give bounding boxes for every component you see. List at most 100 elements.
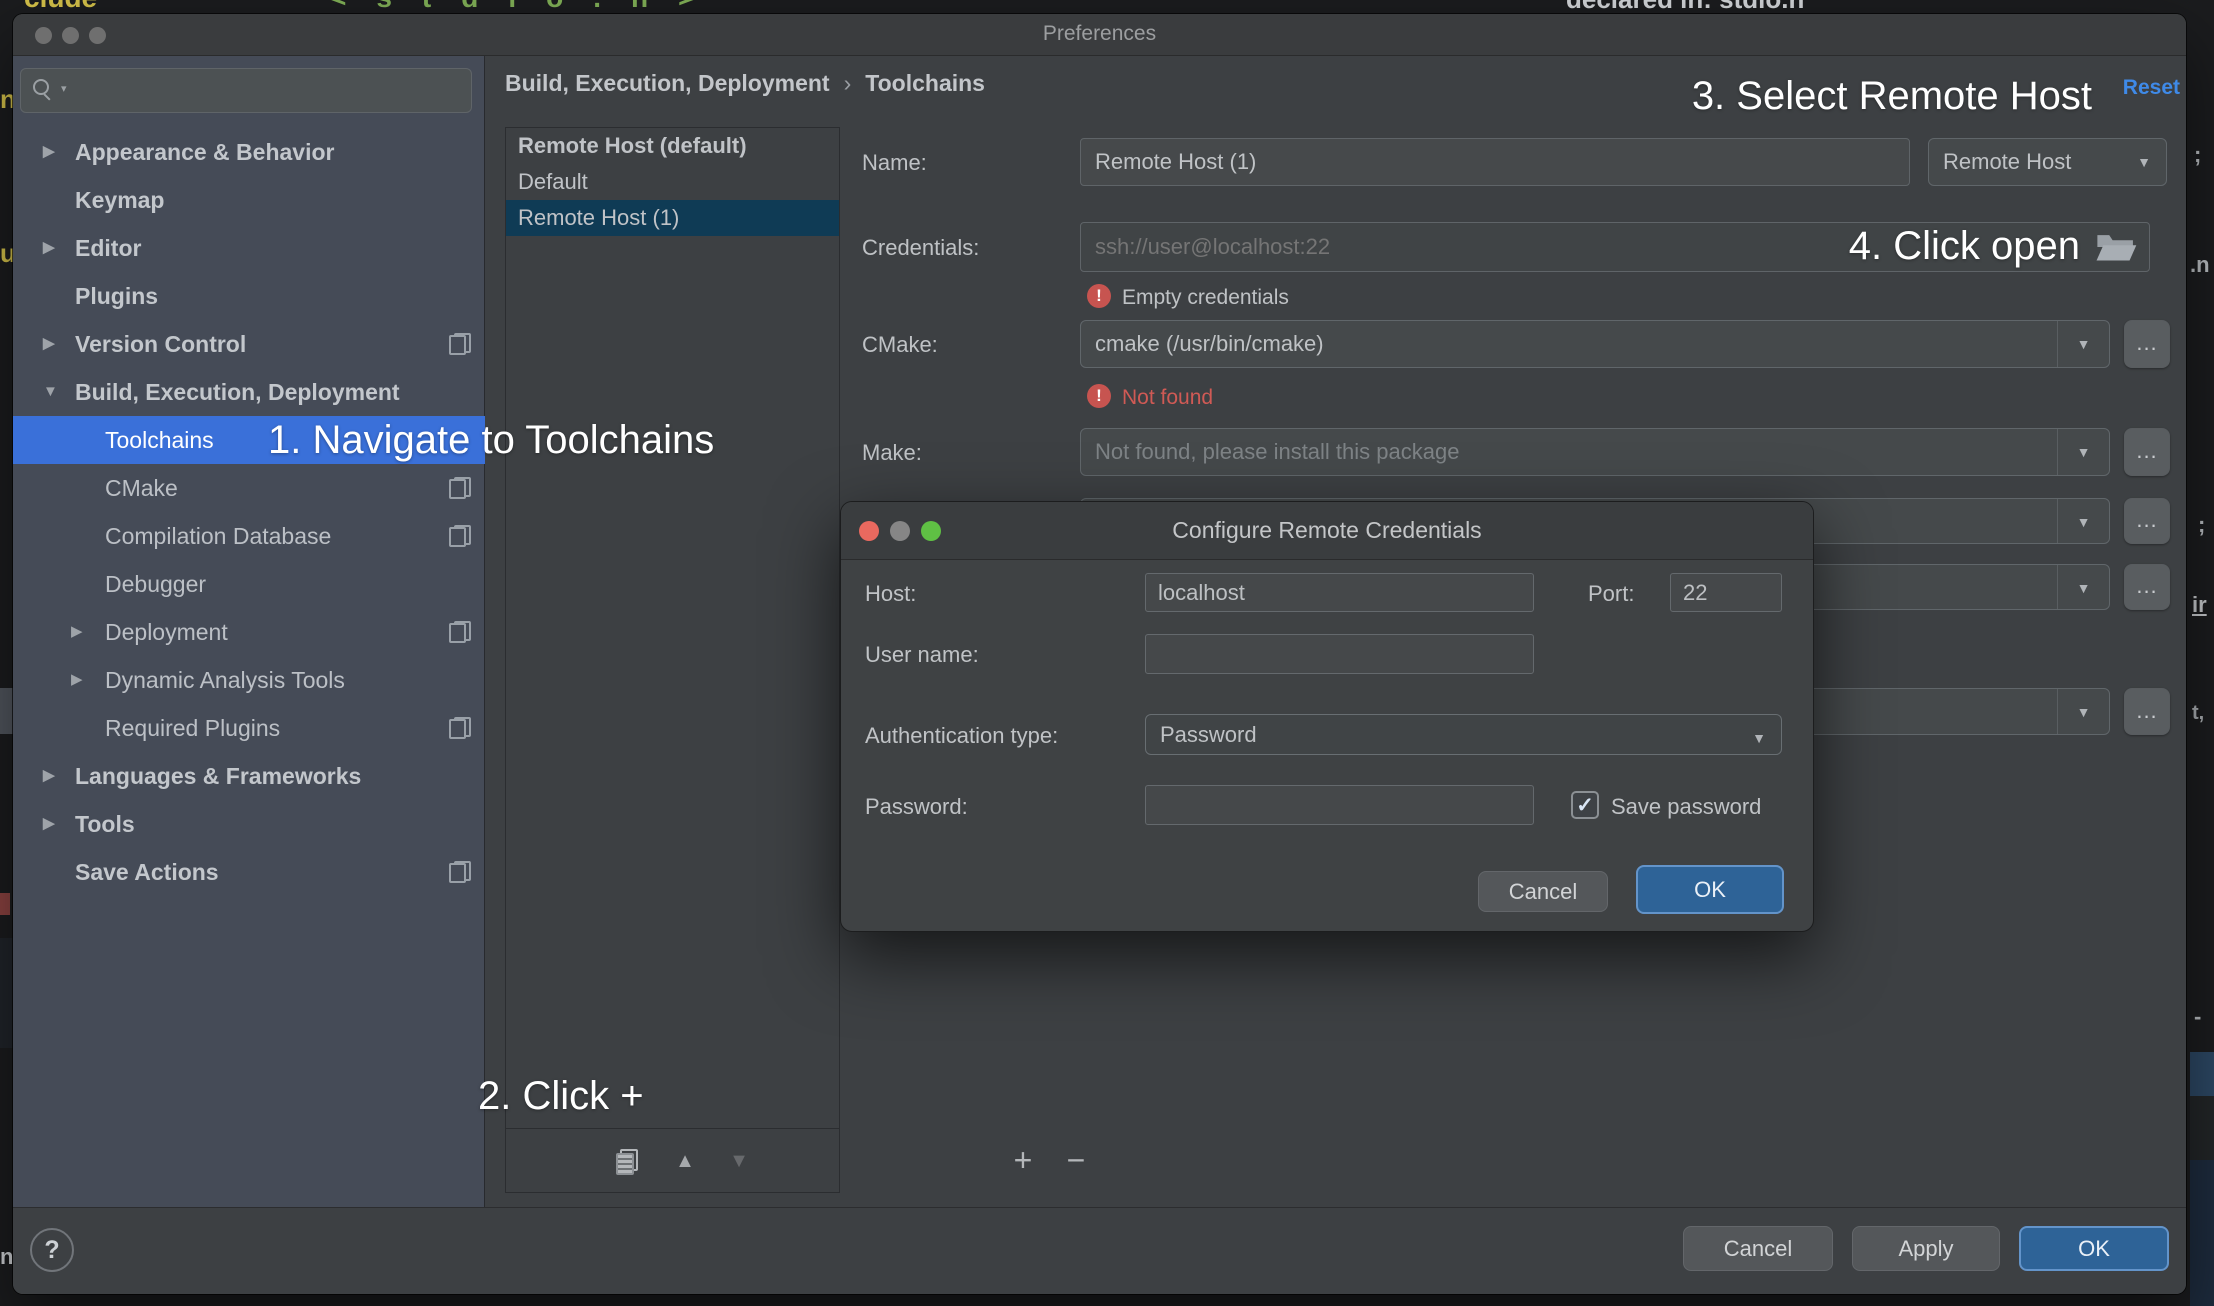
apply-button[interactable]: Apply [1852, 1226, 2000, 1271]
shared-settings-icon [449, 861, 471, 883]
expand-right-icon[interactable]: ▶ [71, 656, 83, 704]
breadcrumb-toolchains: Toolchains [865, 70, 985, 96]
list-item-default[interactable]: Default [506, 164, 839, 200]
breadcrumb: Build, Execution, Deployment › Toolchains [505, 70, 985, 100]
annotation-step3: 3. Select Remote Host [1692, 74, 2092, 119]
credentials-error-text: Empty credentials [1122, 286, 1289, 310]
annotation-step4: 4. Click open [1849, 224, 2080, 269]
debugger-browse-button[interactable]: ... [2124, 688, 2170, 735]
dropdown-arrow-icon [2122, 139, 2166, 185]
background-code-fragment: clude [24, 0, 314, 14]
help-icon[interactable]: ? [30, 1228, 74, 1272]
background-left-block [0, 938, 13, 1048]
expand-right-icon[interactable]: ▶ [43, 800, 55, 848]
close-icon[interactable] [859, 521, 879, 541]
expand-right-icon[interactable]: ▶ [43, 224, 55, 272]
sidebar-item-plugins[interactable]: Plugins [13, 272, 485, 320]
port-field[interactable] [1670, 573, 1782, 612]
minus-icon[interactable]: − [1059, 1129, 1093, 1193]
list-item-remote-host-1[interactable]: Remote Host (1) [506, 200, 839, 236]
cpp-compiler-browse-button[interactable]: ... [2124, 564, 2170, 610]
duplicate-icon[interactable] [614, 1149, 640, 1175]
username-label: User name: [865, 642, 979, 668]
breadcrumb-separator: › [844, 70, 852, 96]
c-compiler-browse-button[interactable]: ... [2124, 498, 2170, 544]
sidebar-item-deployment[interactable]: ▶Deployment [13, 608, 485, 656]
reset-link[interactable]: Reset [2123, 76, 2180, 100]
name-field[interactable] [1080, 138, 1910, 186]
credentials-label: Credentials: [862, 235, 979, 261]
search-icon [33, 79, 57, 103]
close-icon[interactable] [35, 27, 52, 44]
make-browse-button[interactable]: ... [2124, 428, 2170, 476]
expand-right-icon[interactable]: ▶ [43, 320, 55, 368]
background-tooltip-fragment: declared in: stdio.h [1566, 0, 2126, 13]
move-down-icon[interactable]: ▼ [722, 1129, 756, 1193]
sidebar-item-required-plugins[interactable]: Required Plugins [13, 704, 485, 752]
minimize-icon[interactable] [62, 27, 79, 44]
dialog-ok-button[interactable]: OK [1636, 865, 1784, 914]
move-up-icon[interactable]: ▲ [668, 1129, 702, 1193]
sidebar-item-debugger[interactable]: Debugger [13, 560, 485, 608]
list-item-remote-host-default[interactable]: Remote Host (default) [506, 128, 839, 164]
background-right-edge-fragment: - [2194, 1004, 2214, 1028]
sidebar-item-version-control[interactable]: ▶Version Control [13, 320, 485, 368]
search-input[interactable] [81, 71, 461, 110]
host-field[interactable] [1145, 573, 1534, 612]
background-right-edge-fragment: ir [2192, 592, 2214, 618]
background-right-block [2190, 1052, 2214, 1096]
background-right-edge-fragment: ; [2198, 512, 2214, 538]
folder-open-icon[interactable] [2094, 228, 2138, 266]
zoom-icon[interactable] [89, 27, 106, 44]
dialog-title: Configure Remote Credentials [841, 502, 1813, 558]
background-bottom-left-fragment: no [0, 1244, 13, 1270]
cmake-select[interactable]: cmake (/usr/bin/cmake) [1080, 320, 2110, 368]
cmake-browse-button[interactable]: ... [2124, 320, 2170, 368]
host-label: Host: [865, 581, 916, 607]
password-field[interactable] [1145, 785, 1534, 825]
breadcrumb-build-execution-deployment[interactable]: Build, Execution, Deployment [505, 70, 830, 96]
cancel-button[interactable]: Cancel [1683, 1226, 1833, 1271]
sidebar-item-appearance-behavior[interactable]: ▶Appearance & Behavior [13, 128, 485, 176]
background-right-block [2190, 1096, 2214, 1160]
expand-right-icon[interactable]: ▶ [43, 128, 55, 176]
sidebar-item-dynamic-analysis-tools[interactable]: ▶Dynamic Analysis Tools [13, 656, 485, 704]
minimize-icon[interactable] [890, 521, 910, 541]
save-password-checkbox[interactable] [1571, 791, 1599, 819]
background-left-edge-fragment: u [0, 238, 13, 264]
chevron-down-icon: ▾ [61, 82, 67, 95]
toolchain-type-select[interactable]: Remote Host [1928, 138, 2167, 186]
zoom-icon[interactable] [921, 521, 941, 541]
sidebar-item-tools[interactable]: ▶Tools [13, 800, 485, 848]
expand-down-icon[interactable]: ▼ [43, 368, 58, 416]
expand-right-icon[interactable]: ▶ [43, 752, 55, 800]
error-icon [1087, 284, 1111, 308]
plus-icon[interactable]: + [1006, 1129, 1040, 1193]
background-left-block [0, 688, 13, 734]
auth-type-select[interactable]: Password [1145, 714, 1782, 755]
shared-settings-icon [449, 525, 471, 547]
sidebar-item-build-execution-deployment[interactable]: ▼Build, Execution, Deployment [13, 368, 485, 416]
username-field[interactable] [1145, 634, 1534, 674]
shared-settings-icon [449, 717, 471, 739]
window-titlebar: Preferences [13, 14, 2186, 56]
sidebar-item-cmake[interactable]: CMake [13, 464, 485, 512]
sidebar-item-editor[interactable]: ▶Editor [13, 224, 485, 272]
dialog-cancel-button[interactable]: Cancel [1478, 871, 1608, 912]
name-label: Name: [862, 150, 927, 176]
password-label: Password: [865, 794, 968, 820]
make-select[interactable]: Not found, please install this package [1080, 428, 2110, 476]
list-toolbar: + − ▲ ▼ [506, 1128, 839, 1192]
sidebar-item-compilation-database[interactable]: Compilation Database [13, 512, 485, 560]
dropdown-arrow-icon [2057, 565, 2109, 609]
dropdown-arrow-icon [2057, 499, 2109, 543]
dropdown-arrow-icon [2057, 689, 2109, 734]
dialog-titlebar: Configure Remote Credentials [841, 502, 1813, 560]
sidebar-item-save-actions[interactable]: Save Actions [13, 848, 485, 896]
sidebar-item-languages-frameworks[interactable]: ▶Languages & Frameworks [13, 752, 485, 800]
background-right-edge-fragment: t, [2192, 702, 2214, 728]
settings-search-box[interactable]: ▾ [20, 68, 472, 113]
sidebar-item-keymap[interactable]: Keymap [13, 176, 485, 224]
ok-button[interactable]: OK [2019, 1226, 2169, 1271]
expand-right-icon[interactable]: ▶ [71, 608, 83, 656]
